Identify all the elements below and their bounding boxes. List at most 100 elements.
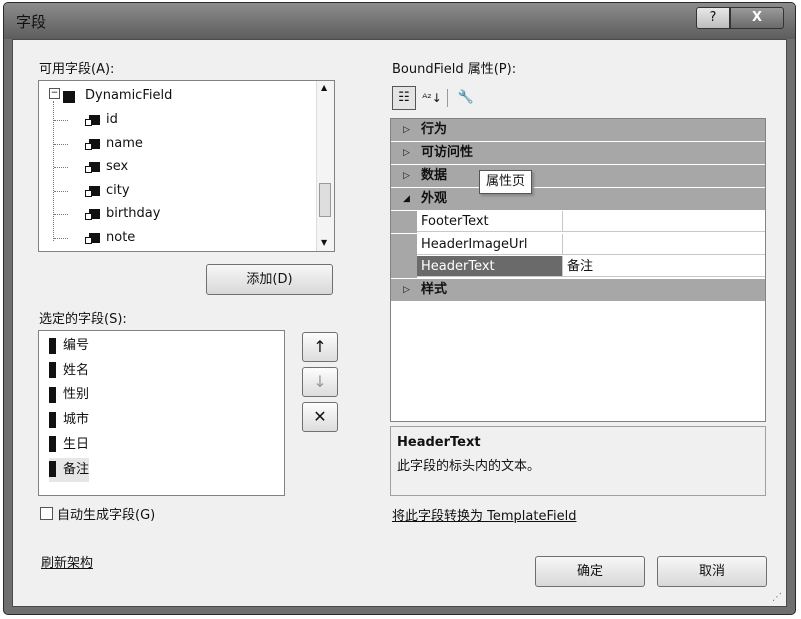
properties-label: BoundField 属性(P): (392, 62, 517, 77)
category-label: 行为 (421, 122, 448, 137)
resize-grip-icon[interactable]: ⋰ (772, 592, 782, 603)
field-marker-icon (49, 436, 56, 453)
description-text: 此字段的标头内的文本。 (397, 459, 541, 474)
expand-arrow-icon[interactable]: ▷ (403, 165, 410, 187)
property-pages-icon[interactable]: 🔧 (454, 86, 478, 110)
selected-field-item[interactable]: 性别 (49, 383, 89, 407)
row-gutter (391, 256, 417, 279)
category-label: 样式 (421, 282, 448, 298)
field-icon (85, 209, 100, 221)
category-row[interactable]: ▷ 行为 (391, 119, 765, 141)
tree-connector (54, 167, 68, 169)
selected-field-label: 性别 (63, 387, 90, 403)
selected-fields-label: 选定的字段(S): (39, 312, 127, 327)
tree-scrollbar[interactable]: ▲ ▼ (316, 81, 334, 251)
field-icon (85, 162, 100, 174)
delete-button[interactable]: ✕ (302, 402, 338, 432)
category-label: 可访问性 (421, 145, 474, 160)
autogen-checkbox[interactable] (40, 507, 53, 520)
property-name[interactable]: HeaderText (417, 256, 563, 278)
row-gutter (391, 211, 417, 233)
selected-field-label: 备注 (63, 461, 90, 477)
tree-connector (54, 190, 68, 192)
category-row[interactable]: ◢ 外观 (391, 188, 765, 210)
selected-field-item[interactable]: 姓名 (49, 359, 89, 383)
help-button[interactable]: ? (696, 7, 730, 29)
collapse-arrow-icon[interactable]: ◢ (403, 188, 410, 210)
field-icon (85, 115, 100, 126)
convert-template-link[interactable]: 将此字段转换为 TemplateField (392, 505, 576, 524)
selected-field-label: 编号 (63, 338, 90, 353)
tree-field-label: sex (106, 159, 129, 175)
tree-connector (54, 143, 68, 145)
field-marker-icon (49, 461, 56, 477)
dialog-client: 可用字段(A): − DynamicField id name sex city bir… (12, 39, 787, 607)
tree-field-label: birthday (106, 206, 161, 222)
property-row[interactable]: HeaderText 备注 (391, 256, 765, 279)
selected-fields-list[interactable]: 编号姓名性别城市生日备注 (38, 330, 285, 496)
scroll-down-icon[interactable]: ▼ (321, 238, 327, 247)
scroll-up-icon[interactable]: ▲ (321, 83, 327, 92)
field-marker-icon (49, 386, 56, 403)
selected-field-label: 姓名 (63, 362, 90, 378)
property-value[interactable]: 备注 (563, 256, 765, 278)
scroll-thumb[interactable] (319, 183, 331, 217)
selected-field-item[interactable]: 城市 (49, 408, 89, 432)
property-grid[interactable]: ▷ 行为 ▷ 可访问性 ▷ 数据 ◢ 外观 FooterText HeaderImageUrl He… (390, 118, 766, 422)
tree-connector (54, 120, 68, 121)
category-row[interactable]: ▷ 数据 (391, 165, 765, 187)
cancel-button[interactable]: 取消 (657, 556, 767, 587)
tree-root-label: DynamicField (85, 88, 173, 103)
tree-connector (54, 238, 68, 239)
move-down-button[interactable]: ↓ (302, 367, 338, 397)
fields-dialog: 字段 ? X 可用字段(A): − DynamicField id name sex… (3, 2, 796, 615)
property-row[interactable]: HeaderImageUrl (391, 233, 765, 256)
expand-arrow-icon[interactable]: ▷ (403, 119, 410, 141)
property-row[interactable]: FooterText (391, 211, 765, 233)
available-fields-label: 可用字段(A): (39, 62, 115, 77)
property-value[interactable] (563, 211, 765, 232)
selected-field-item[interactable]: 生日 (49, 433, 89, 457)
category-label: 数据 (421, 168, 448, 183)
property-name[interactable]: FooterText (417, 211, 563, 232)
property-value[interactable] (563, 233, 765, 255)
field-marker-icon (49, 337, 56, 354)
row-gutter (391, 233, 417, 256)
close-button[interactable]: X (730, 7, 784, 29)
tree-connector (54, 214, 68, 216)
property-name[interactable]: HeaderImageUrl (417, 233, 563, 255)
category-label: 外观 (421, 191, 448, 206)
alphabetical-icon[interactable]: ᴬᶻ↓ (420, 86, 444, 110)
title-bar[interactable]: 字段 ? X (4, 3, 795, 39)
tree-field-label: city (106, 182, 130, 198)
toolbar-separator (447, 89, 448, 107)
available-fields-tree[interactable]: − DynamicField id name sex city birthday note… (38, 80, 335, 252)
selected-field-label: 城市 (63, 412, 90, 428)
refresh-schema-link[interactable]: 刷新架构 (41, 552, 93, 571)
description-panel: HeaderText 此字段的标头内的文本。 (390, 426, 766, 496)
tree-field-label: name (106, 135, 143, 151)
autogen-label[interactable]: 自动生成字段(G) (57, 504, 155, 523)
property-pages-tooltip: 属性页 (479, 170, 533, 194)
dynamicfield-icon (63, 91, 75, 103)
selected-field-item[interactable]: 备注 (49, 457, 90, 482)
expand-arrow-icon[interactable]: ▷ (403, 142, 410, 164)
window-title: 字段 (16, 13, 47, 31)
categorized-icon[interactable]: ☷ (392, 86, 416, 110)
category-row[interactable]: ▷ 样式 (391, 279, 765, 302)
tree-line (53, 101, 55, 241)
ok-button[interactable]: 确定 (535, 556, 645, 587)
collapse-icon[interactable]: − (49, 88, 60, 99)
move-up-button[interactable]: ↑ (302, 332, 338, 362)
tree-field-label: note (106, 230, 136, 245)
expand-arrow-icon[interactable]: ▷ (403, 279, 410, 301)
field-marker-icon (49, 411, 56, 428)
description-title: HeaderText (397, 435, 481, 450)
tree-field-label: id (106, 112, 118, 127)
field-icon (85, 138, 100, 150)
add-button[interactable]: 添加(D) (206, 264, 333, 295)
field-icon (85, 233, 100, 244)
selected-field-item[interactable]: 编号 (49, 334, 89, 358)
field-icon (85, 185, 100, 197)
category-row[interactable]: ▷ 可访问性 (391, 142, 765, 164)
